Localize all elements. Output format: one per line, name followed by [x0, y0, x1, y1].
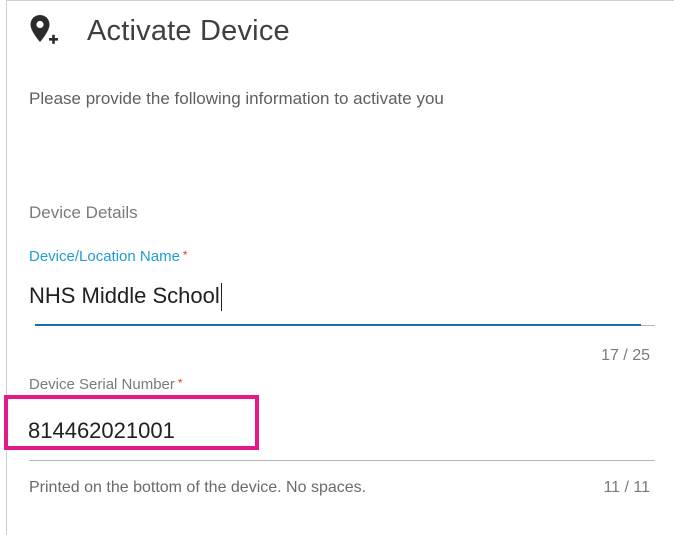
header: Activate Device	[29, 9, 290, 53]
device-name-input[interactable]: NHS Middle School	[29, 283, 222, 312]
device-name-underline-rest	[641, 325, 655, 326]
device-name-label: Device/Location Name *	[29, 248, 188, 265]
serial-number-hint: Printed on the bottom of the device. No …	[29, 479, 367, 496]
device-name-value: NHS Middle School	[29, 283, 220, 308]
serial-number-label-text: Device Serial Number	[29, 376, 175, 393]
page-title: Activate Device	[87, 14, 290, 47]
section-title-device-details: Device Details	[29, 203, 138, 222]
instructions-text: Please provide the following information…	[29, 89, 444, 108]
device-name-label-text: Device/Location Name	[29, 248, 180, 265]
required-marker: *	[182, 248, 188, 262]
serial-number-input[interactable]: 814462021001	[28, 418, 175, 444]
activate-device-panel: Activate Device Please provide the follo…	[6, 0, 674, 535]
serial-number-underline	[29, 460, 655, 461]
device-name-char-counter: 17 / 25	[601, 347, 650, 364]
required-marker: *	[177, 376, 183, 390]
text-cursor	[220, 283, 222, 312]
serial-number-label: Device Serial Number *	[29, 376, 183, 393]
device-name-underline	[35, 324, 641, 326]
serial-number-char-counter: 11 / 11	[603, 479, 650, 496]
add-location-icon	[29, 13, 59, 49]
